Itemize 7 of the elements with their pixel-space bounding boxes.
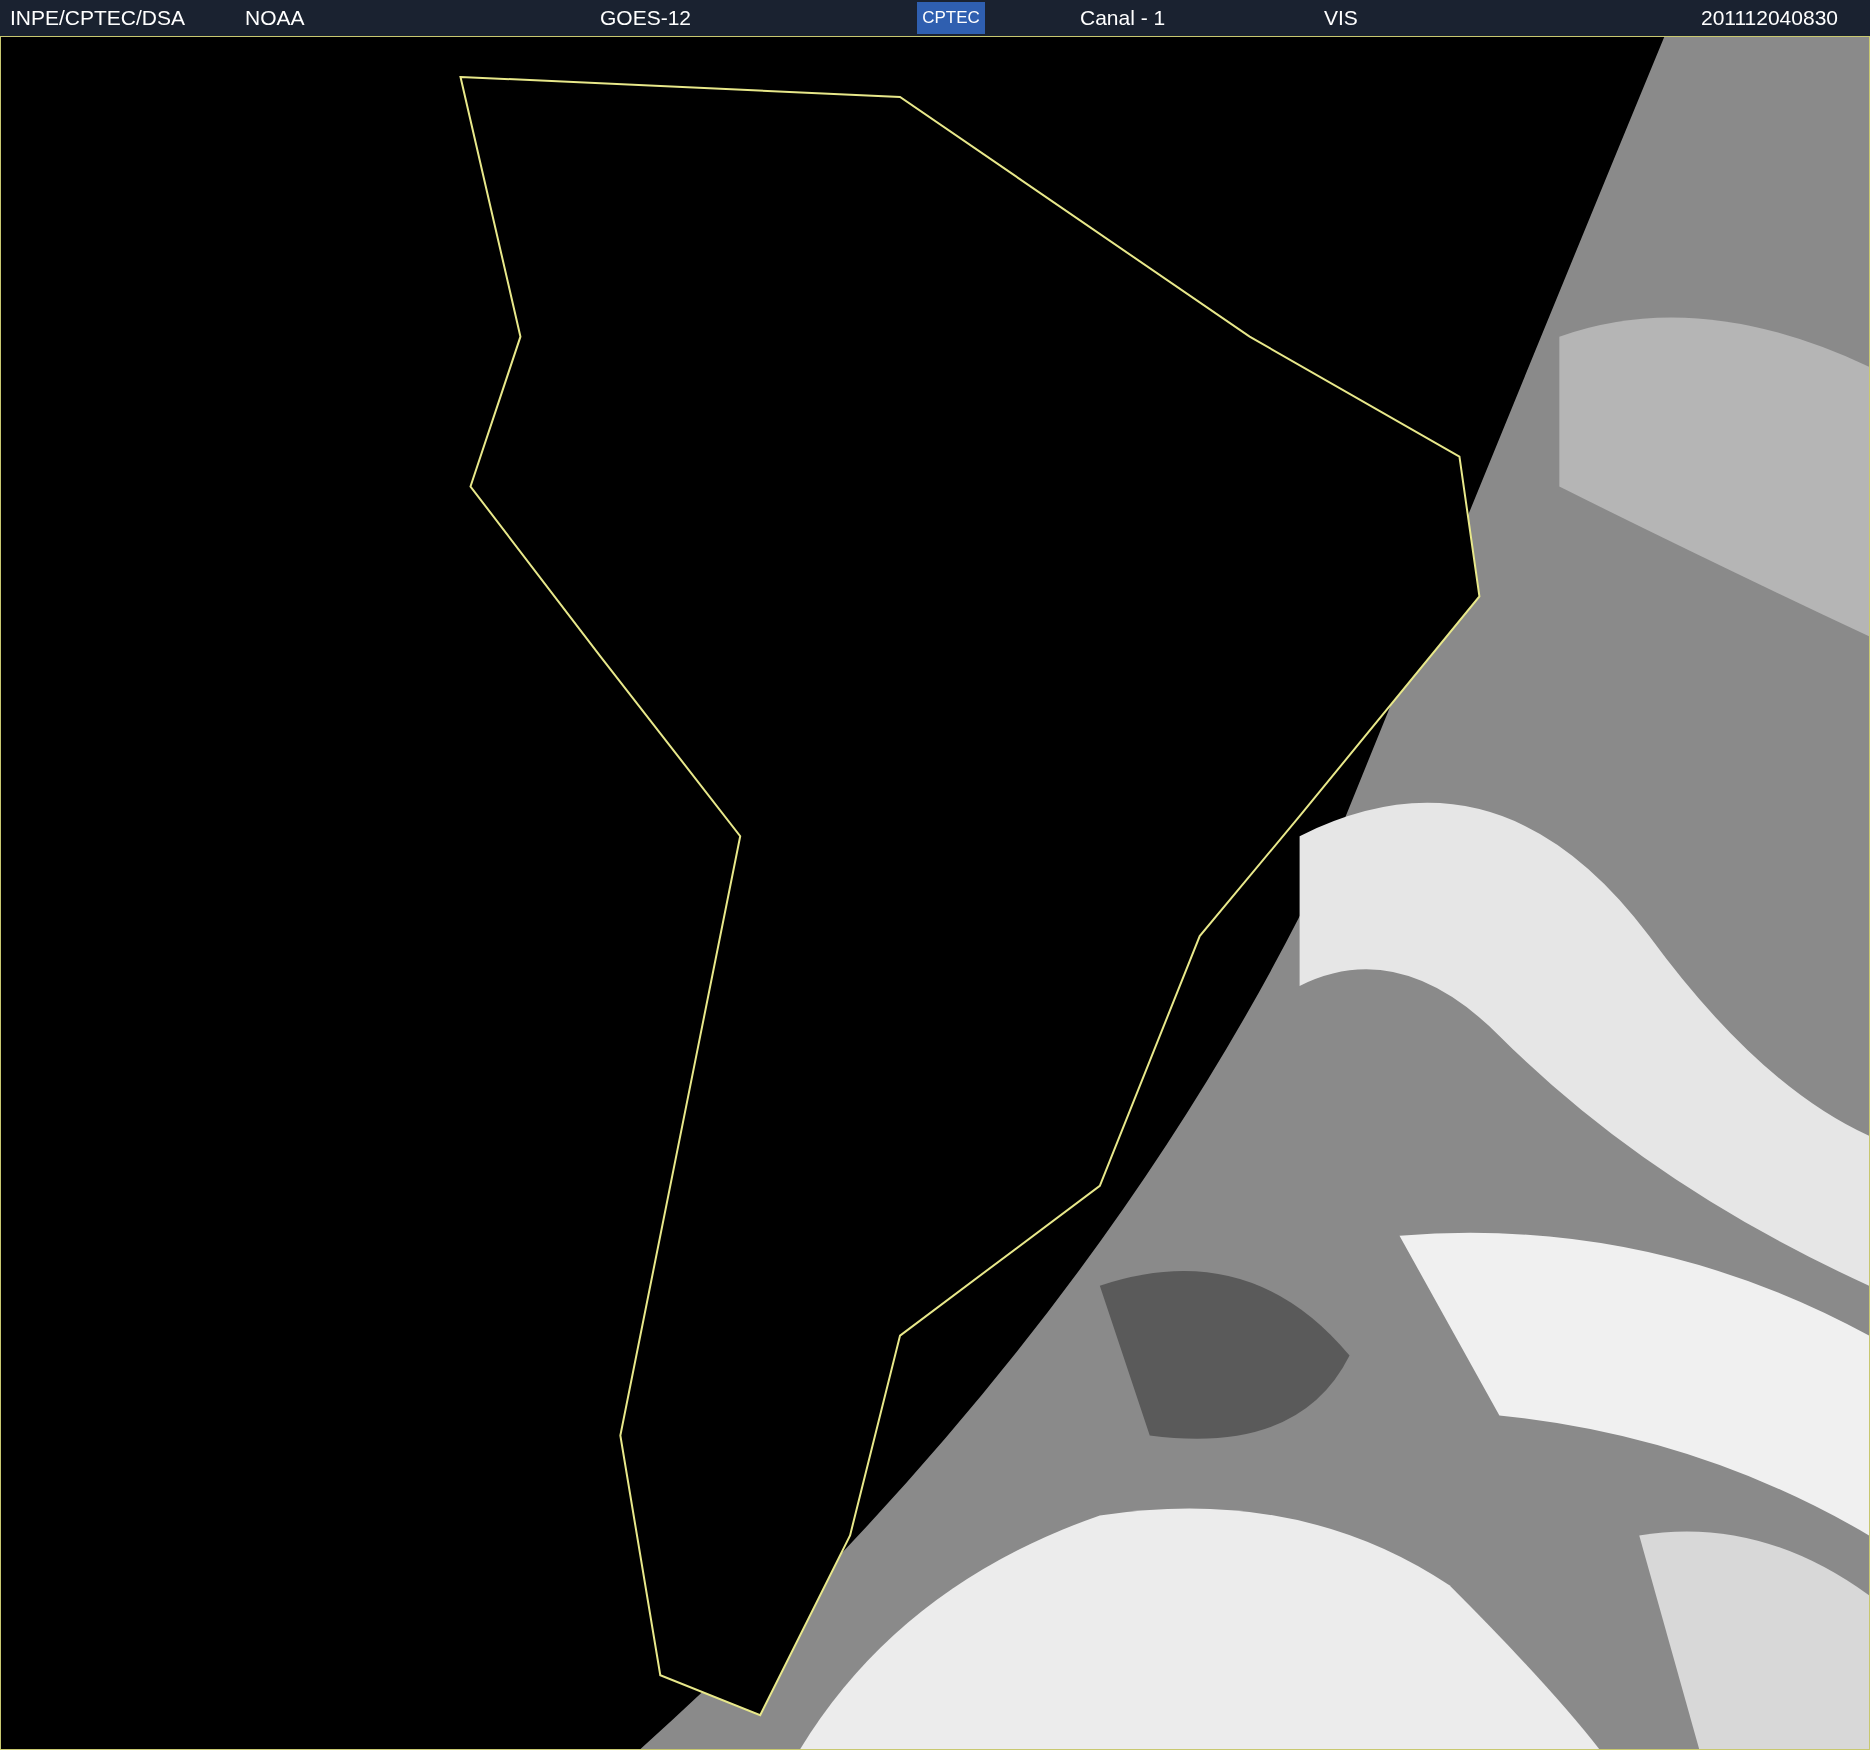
timestamp: 201112040830 <box>1700 5 1838 32</box>
header-label: INPE/CPTEC/DSA <box>10 5 186 32</box>
logo: CPTEC <box>917 2 985 34</box>
header-label: GOES-12 <box>600 5 692 32</box>
header-label: NOAA <box>245 5 305 32</box>
channel-label: Canal - 1 <box>1080 5 1166 32</box>
band-label: VIS <box>1324 5 1358 32</box>
